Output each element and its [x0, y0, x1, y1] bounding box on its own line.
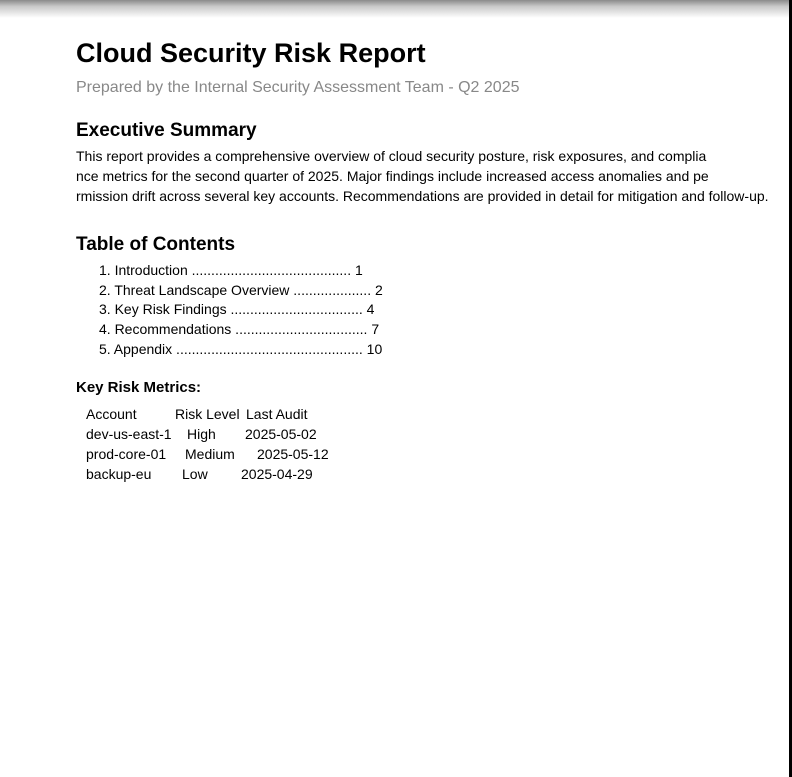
toc-item-key-risk-findings: 3. Key Risk Findings ...................…	[99, 301, 375, 318]
metrics-header-row: Account Risk Level Last Audit	[86, 404, 792, 424]
table-row: dev-us-east-1 High 2025-05-02	[86, 424, 792, 444]
metrics-table: Account Risk Level Last Audit dev-us-eas…	[86, 404, 792, 484]
cell-last-audit: 2025-04-29	[241, 465, 313, 482]
table-row: prod-core-01 Medium 2025-05-12	[86, 444, 792, 464]
cell-risk-level: High	[187, 425, 216, 442]
metrics-heading: Key Risk Metrics:	[76, 378, 202, 396]
toc-heading: Table of Contents	[76, 234, 236, 255]
summary-line: nce metrics for the second quarter of 20…	[76, 168, 709, 184]
cell-last-audit: 2025-05-02	[245, 425, 317, 442]
cell-last-audit: 2025-05-12	[257, 445, 329, 462]
toc-item-introduction: 1. Introduction ........................…	[99, 262, 363, 278]
cell-account: dev-us-east-1	[86, 425, 172, 442]
table-row: backup-eu Low 2025-04-29	[86, 464, 792, 484]
summary-line: rmission drift across several key accoun…	[76, 188, 769, 204]
summary-line: This report provides a comprehensive ove…	[76, 148, 707, 164]
cell-account: backup-eu	[86, 465, 152, 482]
report-subtitle: Prepared by the Internal Security Assess…	[76, 79, 520, 96]
cell-risk-level: Medium	[185, 445, 235, 462]
report-title: Cloud Security Risk Report	[76, 38, 426, 68]
toc-item-appendix: 5. Appendix ............................…	[99, 340, 383, 357]
toc-item-recommendations: 4. Recommendations .....................…	[99, 321, 380, 338]
column-header-risk-level: Risk Level	[175, 405, 240, 422]
cell-account: prod-core-01	[86, 445, 167, 462]
column-header-account: Account	[86, 405, 137, 422]
toc-item-threat-landscape: 2. Threat Landscape Overview ...........…	[99, 281, 383, 298]
executive-summary-text: This report provides a comprehensive ove…	[76, 146, 792, 206]
executive-summary-heading: Executive Summary	[76, 120, 257, 141]
window-top-shadow	[0, 0, 792, 18]
cell-risk-level: Low	[182, 465, 208, 482]
toc-list: 1. Introduction ........................…	[76, 261, 792, 360]
document-page: Cloud Security Risk Report Prepared by t…	[76, 36, 792, 484]
column-header-last-audit: Last Audit	[246, 405, 308, 422]
